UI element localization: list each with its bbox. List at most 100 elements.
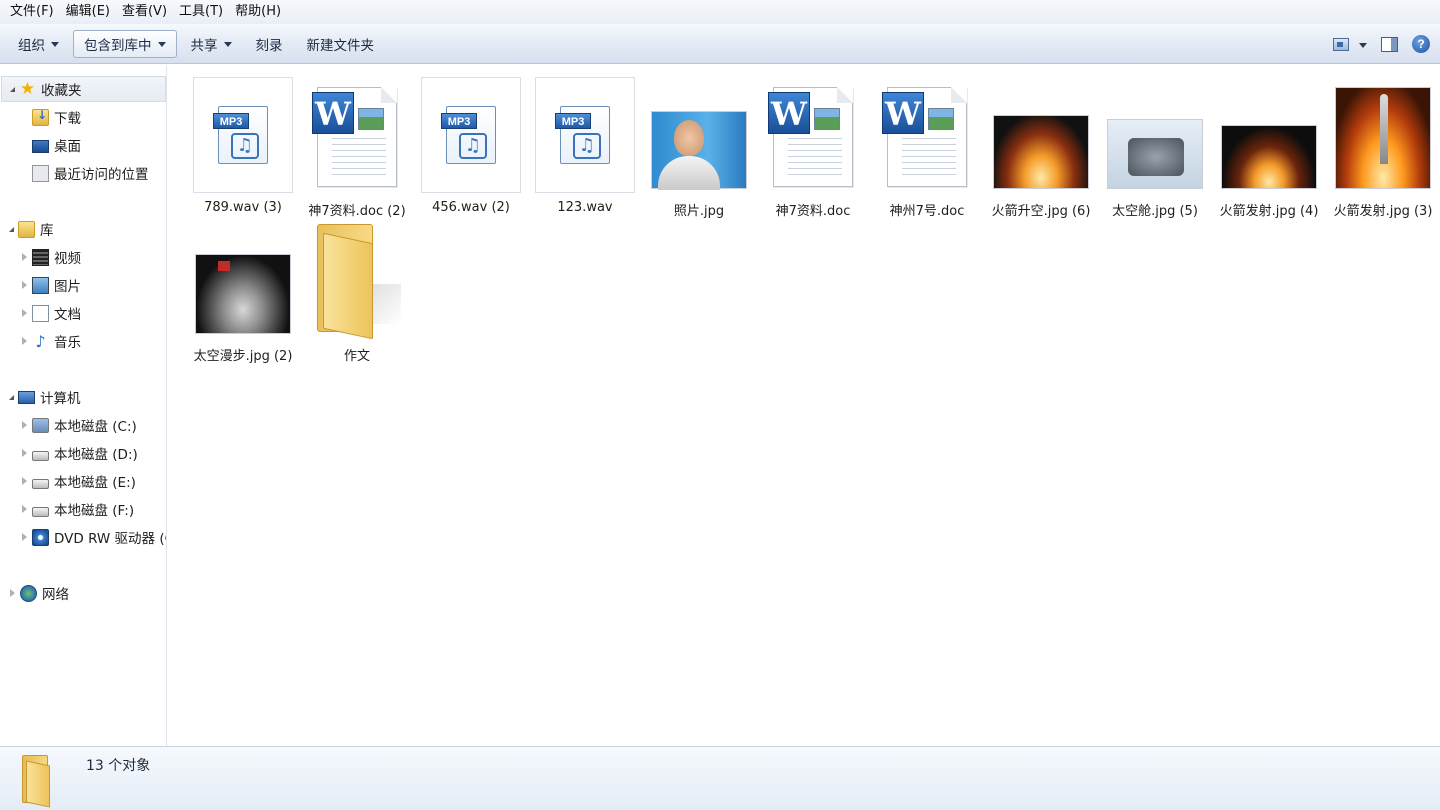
menu-tools[interactable]: 工具(T) [173,0,229,24]
file-name: 太空漫步.jpg (2) [193,349,293,364]
file-name: 火箭发射.jpg (3) [1333,204,1433,219]
image-glyph-icon [928,108,954,130]
nav-label: 网络 [42,587,69,603]
thumbnail [302,218,412,340]
burn-label: 刻录 [255,37,283,54]
file-name: 神7资料.doc (2) [308,204,406,219]
library-icon [18,220,35,238]
view-icon [1333,37,1349,51]
space-capsule-thumbnail [1107,119,1203,189]
image-glyph-icon [358,108,384,130]
hard-drive-icon [32,506,49,517]
organize-button[interactable]: 组织 [8,30,69,58]
hard-drive-icon [32,478,49,489]
nav-label: 收藏夹 [41,83,82,99]
nav-dvd-drive[interactable]: DVD RW 驱动器 (G [0,524,166,550]
nav-label: 计算机 [40,391,81,407]
expanded-arrow-icon[interactable] [9,226,14,232]
collapsed-arrow-icon[interactable] [22,477,27,485]
burn-button[interactable]: 刻录 [246,30,293,58]
nav-videos[interactable]: 视频 [0,244,81,270]
document-library-icon [32,304,49,322]
new-folder-button[interactable]: 新建文件夹 [297,30,385,58]
image-glyph-icon [814,108,840,130]
nav-desktop[interactable]: 桌面 [0,132,81,158]
nav-label: 桌面 [54,139,81,155]
thumbnail: MP3 ♫ [530,73,640,193]
nav-label: 本地磁盘 (F:) [54,503,135,519]
nav-drive-d[interactable]: 本地磁盘 (D:) [0,440,138,466]
dvd-drive-icon [32,528,49,546]
star-icon: ★ [19,78,36,99]
recent-places-icon [32,164,49,182]
help-icon[interactable]: ? [1412,35,1430,53]
nav-network[interactable]: 网络 [0,580,69,606]
network-icon [20,584,37,602]
file-name: 789.wav (3) [204,200,282,215]
mp3-badge: MP3 [441,113,477,129]
portrait-photo-thumbnail [651,111,747,190]
nav-drive-f[interactable]: 本地磁盘 (F:) [0,496,134,522]
menu-file[interactable]: 文件(F) [4,0,60,24]
share-label: 共享 [190,37,218,54]
wav-frame: MP3 ♫ [535,77,635,193]
nav-drive-c[interactable]: 本地磁盘 (C:) [0,412,137,438]
music-note-icon: ♪ [35,331,46,351]
music-note-icon: ♫ [573,133,601,159]
change-view-button[interactable] [1333,37,1367,51]
nav-documents[interactable]: 文档 [0,300,81,326]
menu-edit[interactable]: 编辑(E) [60,0,116,24]
thumbnail [1100,73,1210,193]
system-drive-icon [32,418,49,433]
nav-label: 图片 [54,279,81,295]
collapsed-arrow-icon[interactable] [22,281,27,289]
text-lines [332,138,386,178]
collapsed-arrow-icon[interactable] [10,589,15,597]
spacewalk-thumbnail [195,254,291,334]
collapsed-arrow-icon[interactable] [22,533,27,541]
nav-favorites[interactable]: ★ 收藏夹 [1,76,166,102]
nav-music[interactable]: ♪ 音乐 [0,328,81,354]
chevron-down-icon [157,42,166,47]
thumbnail [1214,73,1324,193]
collapsed-arrow-icon[interactable] [22,309,27,317]
expanded-arrow-icon[interactable] [9,394,14,400]
nav-drive-e[interactable]: 本地磁盘 (E:) [0,468,136,494]
chevron-down-icon [51,42,59,47]
item-count: 13 个对象 [86,758,151,774]
menu-help[interactable]: 帮助(H) [229,0,287,24]
collapsed-arrow-icon[interactable] [22,449,27,457]
share-button[interactable]: 共享 [181,30,242,58]
navigation-pane: ★ 收藏夹 下载 桌面 最近访问的位置 库 视频 图片 文档 ♪ 音乐 [0,65,167,746]
nav-label: 本地磁盘 (E:) [54,475,136,491]
audio-file-icon: MP3 ♫ [441,106,496,164]
word-document-icon: W [768,87,853,187]
file-name: 神7资料.doc [775,204,851,219]
file-name: 火箭发射.jpg (4) [1219,204,1319,219]
menu-view[interactable]: 查看(V) [116,0,173,24]
preview-pane-icon[interactable] [1381,36,1398,52]
expanded-arrow-icon[interactable] [10,86,15,92]
text-lines [902,138,956,178]
folder-front [26,760,50,808]
thumbnail [188,218,298,338]
folder-icon [311,224,403,340]
nav-computer[interactable]: 计算机 [0,384,81,410]
word-logo-icon: W [768,92,810,134]
file-name: 照片.jpg [673,204,725,219]
nav-recent-places[interactable]: 最近访问的位置 [0,160,149,186]
nav-pictures[interactable]: 图片 [0,272,81,298]
collapsed-arrow-icon[interactable] [22,253,27,261]
include-library-button[interactable]: 包含到库中 [73,29,177,58]
nav-libraries[interactable]: 库 [0,216,54,242]
collapsed-arrow-icon[interactable] [22,505,27,513]
collapsed-arrow-icon[interactable] [22,337,27,345]
nav-label: 最近访问的位置 [54,167,149,183]
thumbnail [1328,73,1438,193]
file-name: 火箭升空.jpg (6) [991,204,1091,219]
rocket-liftoff-thumbnail [993,115,1089,189]
audio-file-icon: MP3 ♫ [555,106,610,164]
collapsed-arrow-icon[interactable] [22,421,27,429]
nav-downloads[interactable]: 下载 [0,104,81,130]
thumbnail: W [302,73,412,193]
